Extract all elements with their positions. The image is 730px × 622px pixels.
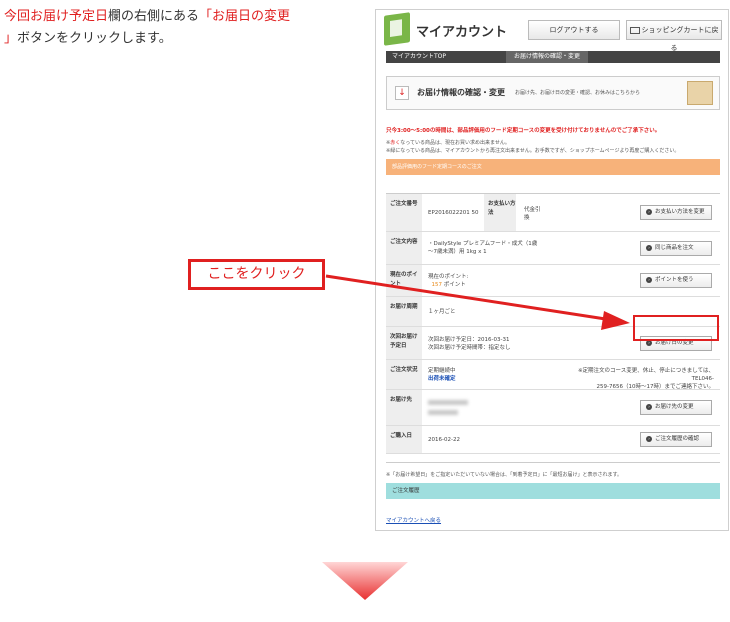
down-chevron-icon: [322, 562, 408, 600]
callout-arrow: [325, 274, 630, 330]
click-here-callout: ここをクリック: [188, 259, 325, 290]
